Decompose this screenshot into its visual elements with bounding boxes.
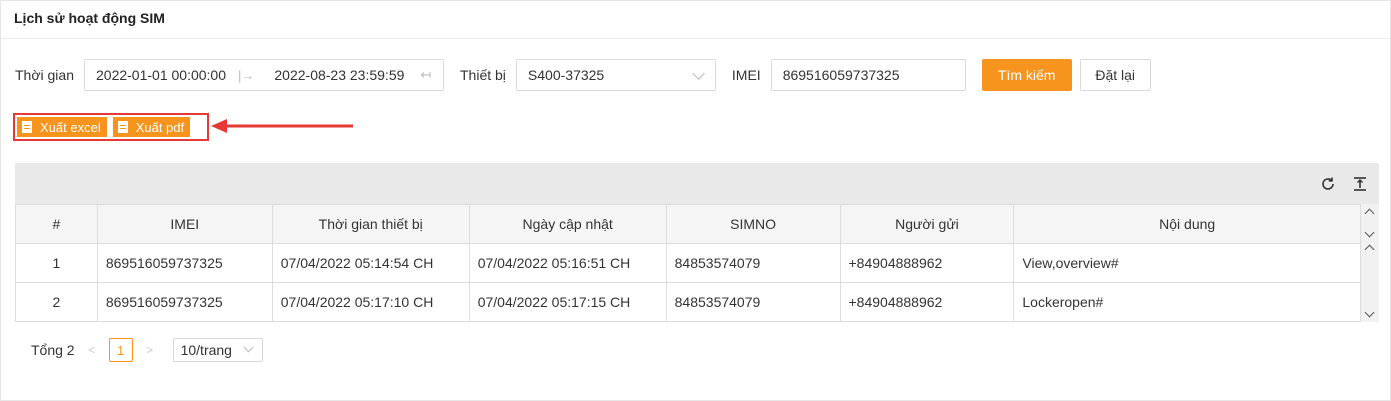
end-date-input[interactable]: 2022-08-23 23:59:59 [274, 67, 404, 83]
column-header-simno: SIMNO [665, 204, 841, 244]
export-pdf-button[interactable]: Xuất pdf [112, 117, 191, 137]
page-title: Lịch sử hoạt động SIM [14, 10, 165, 26]
chevron-up-icon [1364, 244, 1375, 255]
device-select-value: S400-37325 [527, 67, 605, 83]
export-excel-label: Xuất excel [40, 119, 101, 135]
scroll-down-icon[interactable] [1364, 307, 1375, 318]
page-size-value: 10/trang [180, 342, 232, 358]
filter-bar: Thời gian 2022-01-01 00:00:00 |→ 2022-08… [15, 59, 1151, 91]
cell-updated-date: 07/04/2022 05:17:15 CH [468, 282, 667, 322]
cell-content: View,overview# [1013, 243, 1361, 283]
search-button[interactable]: Tìm kiếm [981, 59, 1072, 91]
cell-updated-date: 07/04/2022 05:16:51 CH [468, 243, 667, 283]
export-highlight-box: Xuất excel Xuất pdf [13, 113, 209, 141]
excel-file-icon [22, 121, 32, 133]
title-bar: Lịch sử hoạt động SIM [1, 1, 1390, 39]
imei-label: IMEI [731, 67, 761, 83]
cell-imei: 869516059737325 [96, 243, 273, 283]
column-header-imei: IMEI [96, 204, 273, 244]
chevron-down-icon [1364, 227, 1375, 238]
table-row: 1 869516059737325 07/04/2022 05:14:54 CH… [15, 243, 1361, 283]
sim-history-page: Lịch sử hoạt động SIM Thời gian 2022-01-… [0, 0, 1391, 401]
chevron-down-icon [243, 342, 254, 353]
cell-index: 2 [15, 282, 98, 322]
table-panel: # IMEI Thời gian thiết bị Ngày cập nhật … [15, 163, 1379, 322]
clear-range-icon[interactable]: ↤ [420, 67, 431, 83]
time-label: Thời gian [15, 67, 74, 83]
column-header-content: Nội dung [1013, 204, 1361, 244]
column-header-index: # [15, 204, 98, 244]
column-header-sender: Người gửi [839, 204, 1015, 244]
column-header-device-time: Thời gian thiết bị [271, 204, 470, 244]
table-row: 2 869516059737325 07/04/2022 05:17:10 CH… [15, 282, 1361, 322]
start-date-input[interactable]: 2022-01-01 00:00:00 [96, 67, 230, 83]
export-pdf-label: Xuất pdf [135, 119, 185, 135]
page-number-current[interactable]: 1 [108, 338, 133, 362]
cell-sender: +84904888962 [839, 282, 1015, 322]
refresh-icon[interactable] [1319, 175, 1337, 193]
pagination: Tổng 2 < 1 > 10/trang [31, 338, 263, 362]
cell-sender: +84904888962 [839, 243, 1015, 283]
range-separator-icon: |→ [238, 67, 255, 83]
cell-device-time: 07/04/2022 05:17:10 CH [271, 282, 470, 322]
page-size-select[interactable]: 10/trang [172, 338, 263, 362]
export-excel-button[interactable]: Xuất excel [17, 117, 107, 137]
table-header-row: # IMEI Thời gian thiết bị Ngày cập nhật … [15, 204, 1361, 244]
prev-page-icon[interactable]: < [85, 343, 99, 357]
next-page-icon[interactable]: > [143, 343, 157, 357]
sim-history-table: # IMEI Thời gian thiết bị Ngày cập nhật … [15, 204, 1361, 322]
table-toolbar [1319, 175, 1369, 193]
cell-index: 1 [15, 243, 98, 283]
cell-device-time: 07/04/2022 05:14:54 CH [271, 243, 470, 283]
device-label: Thiết bị [460, 67, 506, 83]
pdf-file-icon [117, 121, 128, 133]
chevron-down-icon [692, 67, 705, 80]
column-header-updated-date: Ngày cập nhật [468, 204, 667, 244]
column-height-icon[interactable] [1351, 175, 1369, 193]
table-scrollbar[interactable] [1361, 204, 1379, 322]
cell-simno: 84853574079 [665, 243, 841, 283]
scroll-up-icon[interactable] [1364, 208, 1375, 219]
date-range-picker[interactable]: 2022-01-01 00:00:00 |→ 2022-08-23 23:59:… [84, 59, 444, 91]
cell-simno: 84853574079 [665, 282, 841, 322]
cell-content: Lockeropen# [1013, 282, 1361, 322]
imei-input[interactable]: 869516059737325 [770, 59, 966, 91]
imei-input-value: 869516059737325 [782, 67, 900, 83]
total-count: Tổng 2 [31, 342, 75, 358]
annotation-arrow-icon [211, 119, 353, 133]
reset-button[interactable]: Đặt lại [1079, 59, 1151, 91]
cell-imei: 869516059737325 [96, 282, 273, 322]
device-select[interactable]: S400-37325 [515, 59, 716, 91]
